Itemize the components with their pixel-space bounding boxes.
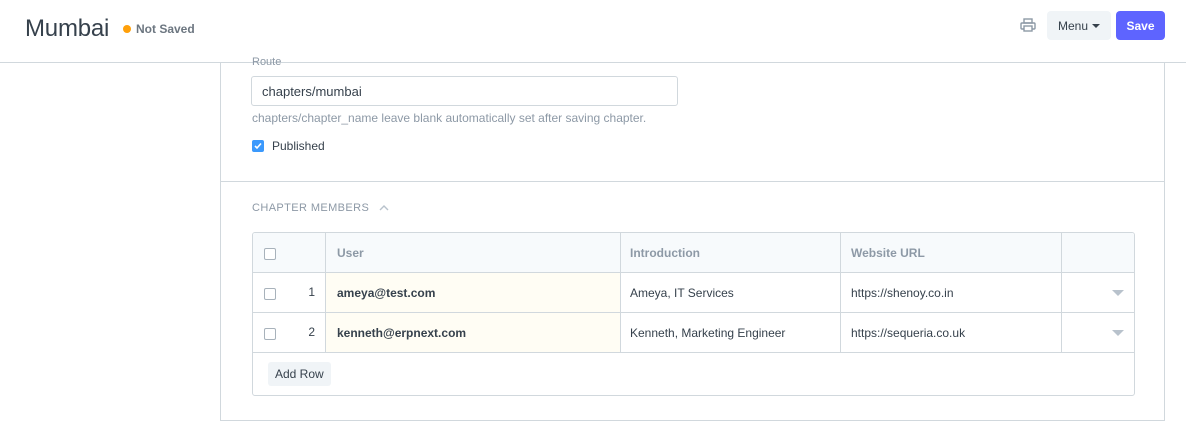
website-value: https://shenoy.co.in	[851, 285, 954, 300]
status-indicator: Not Saved	[123, 22, 195, 36]
row-checkbox[interactable]	[264, 328, 276, 340]
chevron-up-icon	[379, 205, 389, 211]
menu-label: Menu	[1057, 18, 1089, 33]
route-label: Route	[252, 56, 282, 68]
add-row-button[interactable]: Add Row	[268, 362, 331, 386]
published-checkbox[interactable]: Published	[252, 139, 325, 153]
column-header-introduction: Introduction	[621, 233, 841, 272]
row-edit-cell[interactable]	[1062, 313, 1134, 352]
page-title: Mumbai	[25, 15, 110, 42]
page-header: Mumbai Not Saved Menu Save	[0, 0, 1186, 63]
row-checkbox-cell: 1	[253, 273, 326, 312]
row-checkbox[interactable]	[264, 288, 276, 300]
select-all-checkbox[interactable]	[264, 248, 276, 260]
website-value: https://sequeria.co.uk	[851, 325, 966, 340]
header-checkbox-cell	[253, 233, 326, 272]
row-index: 2	[308, 325, 315, 339]
user-value: kenneth@erpnext.com	[337, 325, 467, 340]
user-value: ameya@test.com	[337, 285, 436, 300]
table-footer: Add Row	[253, 353, 1134, 395]
save-button[interactable]: Save	[1116, 11, 1165, 40]
section-header-chapter-members[interactable]: CHAPTER MEMBERS	[252, 202, 389, 214]
printer-icon[interactable]	[1020, 18, 1038, 34]
members-table: User Introduction Website URL 1 ameya@te…	[252, 232, 1135, 396]
introduction-value: Kenneth, Marketing Engineer	[630, 325, 786, 340]
column-header-actions	[1062, 233, 1134, 272]
row-checkbox-cell: 2	[253, 313, 326, 352]
cell-introduction[interactable]: Ameya, IT Services	[621, 273, 841, 312]
introduction-value: Ameya, IT Services	[630, 285, 734, 300]
status-text: Not Saved	[136, 22, 195, 36]
table-header-row: User Introduction Website URL	[253, 233, 1134, 273]
cell-user[interactable]: kenneth@erpnext.com	[326, 313, 621, 352]
form-container: Route chapters/chapter_name leave blank …	[220, 56, 1165, 421]
column-header-user: User	[326, 233, 621, 272]
caret-down-icon	[1092, 23, 1101, 28]
route-input[interactable]	[251, 76, 678, 106]
cell-website-url[interactable]: https://sequeria.co.uk	[841, 313, 1062, 352]
status-dot	[123, 25, 131, 33]
cell-introduction[interactable]: Kenneth, Marketing Engineer	[621, 313, 841, 352]
caret-down-icon[interactable]	[1112, 289, 1124, 296]
table-row[interactable]: 1 ameya@test.com Ameya, IT Services http…	[253, 273, 1134, 313]
cell-user[interactable]: ameya@test.com	[326, 273, 621, 312]
section-title: CHAPTER MEMBERS	[252, 202, 370, 214]
published-label: Published	[272, 139, 325, 153]
column-header-website-url: Website URL	[841, 233, 1062, 272]
route-help-text: chapters/chapter_name leave blank automa…	[252, 111, 647, 125]
row-index: 1	[308, 285, 315, 299]
cell-website-url[interactable]: https://shenoy.co.in	[841, 273, 1062, 312]
row-edit-cell[interactable]	[1062, 273, 1134, 312]
menu-button[interactable]: Menu	[1047, 11, 1111, 40]
checkbox-checked-icon[interactable]	[252, 140, 264, 152]
caret-down-icon[interactable]	[1112, 329, 1124, 336]
section-divider	[221, 181, 1164, 182]
table-row[interactable]: 2 kenneth@erpnext.com Kenneth, Marketing…	[253, 313, 1134, 353]
